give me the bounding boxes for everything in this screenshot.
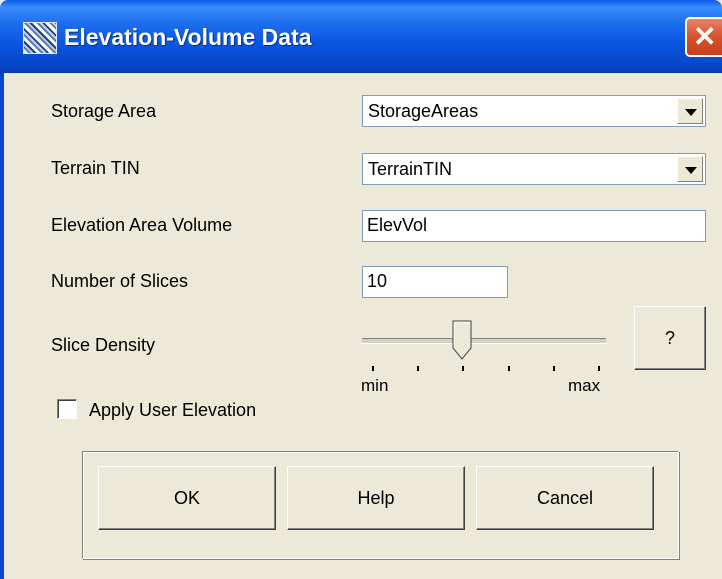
chevron-down-icon[interactable] [677, 98, 703, 124]
slider-tick [372, 366, 374, 371]
slider-max-label: max [568, 376, 601, 395]
help-button[interactable]: Help [287, 466, 465, 530]
close-icon: ✕ [693, 21, 717, 52]
apply-user-elevation-checkbox[interactable] [57, 399, 77, 419]
window-title: Elevation-Volume Data [64, 24, 312, 50]
cancel-button[interactable]: Cancel [476, 466, 654, 530]
slider-tick [553, 366, 555, 371]
storage-area-label: Storage Area [51, 101, 157, 121]
apply-user-elevation-label: Apply User Elevation [89, 400, 257, 420]
terrain-map-icon [23, 22, 57, 54]
slice-density-label: Slice Density [51, 335, 156, 355]
title-bar[interactable]: Elevation-Volume Data ✕ [0, 0, 722, 73]
slider-tick [462, 366, 464, 371]
window-border [0, 73, 4, 579]
slice-density-help-button[interactable]: ? [634, 306, 706, 370]
slider-tick [508, 366, 510, 371]
elevation-area-volume-label: Elevation Area Volume [51, 215, 233, 235]
elevation-area-volume-field[interactable] [362, 210, 706, 242]
close-button[interactable]: ✕ [685, 17, 722, 57]
slider-tick [598, 366, 600, 371]
number-of-slices-label: Number of Slices [51, 271, 189, 291]
slider-tick [417, 366, 419, 371]
number-of-slices-field[interactable] [362, 266, 508, 298]
storage-area-dropdown[interactable]: StorageAreas [362, 95, 706, 127]
terrain-tin-label: Terrain TIN [51, 158, 140, 178]
dialog-window: Elevation-Volume Data ✕ Storage Area Sto… [0, 0, 722, 579]
ok-button[interactable]: OK [98, 466, 276, 530]
number-of-slices-input[interactable] [367, 271, 501, 292]
elevation-area-volume-input[interactable] [367, 215, 699, 236]
terrain-tin-dropdown[interactable]: TerrainTIN [362, 153, 706, 185]
chevron-down-icon[interactable] [677, 156, 703, 182]
slice-density-track[interactable] [362, 338, 606, 344]
slider-min-label: min [361, 376, 389, 395]
storage-area-value: StorageAreas [368, 101, 479, 121]
terrain-tin-value: TerrainTIN [368, 159, 453, 179]
slice-density-thumb[interactable] [452, 320, 472, 360]
